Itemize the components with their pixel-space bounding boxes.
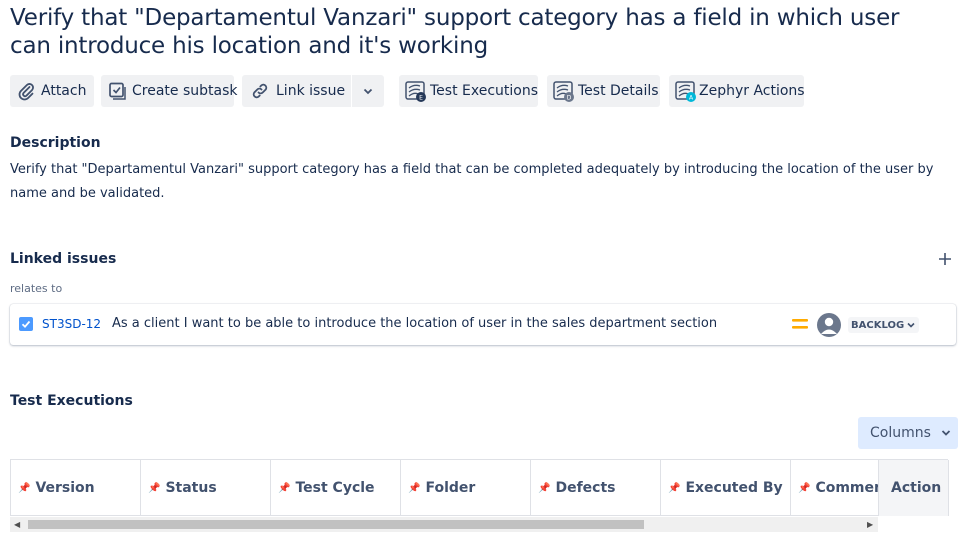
linked-issue-row[interactable]: ST3SD-12 As a client I want to be able t… <box>10 304 956 345</box>
column-label: Comment <box>815 480 878 496</box>
subtask-icon <box>109 82 126 100</box>
column-header-action: Action <box>879 460 949 516</box>
column-header-defects[interactable]: 📌 Defects <box>531 460 661 516</box>
columns-label: Columns <box>870 425 931 441</box>
column-header-folder[interactable]: 📌 Folder <box>401 460 531 516</box>
scroll-left-arrow-icon[interactable]: ◀ <box>14 520 20 529</box>
pin-icon[interactable]: 📌 <box>408 483 420 494</box>
linked-issues-heading: Linked issues <box>10 251 117 267</box>
create-subtask-label: Create subtask <box>132 83 238 99</box>
test-executions-label: Test Executions <box>430 83 539 99</box>
pin-icon[interactable]: 📌 <box>798 483 810 494</box>
column-label: Status <box>165 480 217 496</box>
column-header-executed-by[interactable]: 📌 Executed By <box>661 460 791 516</box>
link-issue-button[interactable]: Link issue <box>242 75 351 107</box>
column-label: Action <box>891 480 942 496</box>
scroll-right-arrow-icon[interactable]: ▶ <box>867 520 873 529</box>
assignee-avatar[interactable] <box>817 313 841 337</box>
attach-button[interactable]: Attach <box>10 75 94 107</box>
column-label: Test Cycle <box>295 480 375 496</box>
chevron-down-icon <box>907 322 915 328</box>
test-details-button[interactable]: D Test Details <box>547 75 660 107</box>
status-label: BACKLOG <box>851 319 905 331</box>
relation-type-label: relates to <box>10 282 63 295</box>
test-executions-heading: Test Executions <box>10 393 133 409</box>
link-issue-dropdown-button[interactable] <box>352 75 384 107</box>
description-heading: Description <box>10 135 101 151</box>
zephyr-executions-icon: E <box>405 81 426 102</box>
status-lozenge[interactable]: BACKLOG <box>848 317 920 333</box>
column-header-comment[interactable]: 📌 Comment <box>791 460 879 516</box>
zephyr-details-icon: D <box>553 81 574 102</box>
horizontal-scrollbar[interactable]: ◀ ▶ <box>10 517 878 532</box>
zephyr-actions-icon: A <box>675 81 696 102</box>
chevron-down-icon <box>941 430 951 436</box>
pin-icon[interactable]: 📌 <box>278 483 290 494</box>
test-executions-button[interactable]: E Test Executions <box>399 75 538 107</box>
column-header-version[interactable]: 📌 Version <box>11 460 141 516</box>
svg-text:E: E <box>419 95 423 102</box>
chevron-down-icon <box>363 88 373 95</box>
pin-icon[interactable]: 📌 <box>148 483 160 494</box>
create-subtask-button[interactable]: Create subtask <box>101 75 238 107</box>
column-label: Version <box>35 480 95 496</box>
pin-icon[interactable]: 📌 <box>538 483 550 494</box>
column-label: Executed By <box>685 480 783 496</box>
zephyr-actions-button[interactable]: A Zephyr Actions <box>669 75 805 107</box>
scrollbar-thumb[interactable] <box>28 520 644 529</box>
column-label: Defects <box>555 480 616 496</box>
columns-button[interactable]: Columns <box>858 417 958 449</box>
linked-issue-key[interactable]: ST3SD-12 <box>42 317 101 331</box>
add-linked-issue-icon[interactable] <box>937 251 953 267</box>
test-details-label: Test Details <box>578 83 659 99</box>
column-label: Folder <box>425 480 476 496</box>
issue-title: Verify that "Departamentul Vanzari" supp… <box>10 5 900 59</box>
zephyr-actions-label: Zephyr Actions <box>699 83 805 99</box>
svg-text:D: D <box>567 95 572 102</box>
column-header-test-cycle[interactable]: 📌 Test Cycle <box>271 460 401 516</box>
pin-icon[interactable]: 📌 <box>668 483 680 494</box>
link-icon <box>252 83 268 99</box>
pin-icon[interactable]: 📌 <box>18 483 30 494</box>
linked-issue-summary[interactable]: As a client I want to be able to introdu… <box>112 316 717 331</box>
issue-type-task-icon <box>19 317 33 331</box>
priority-medium-icon <box>792 319 808 329</box>
test-executions-table: 📌 Version 📌 Status 📌 Test Cycle 📌 Folder 📌 De… <box>10 459 949 516</box>
link-issue-label: Link issue <box>276 83 346 99</box>
paperclip-icon <box>18 83 34 101</box>
attach-label: Attach <box>41 83 87 99</box>
description-text[interactable]: Verify that "Departamentul Vanzari" supp… <box>10 158 935 206</box>
column-header-status[interactable]: 📌 Status <box>141 460 271 516</box>
